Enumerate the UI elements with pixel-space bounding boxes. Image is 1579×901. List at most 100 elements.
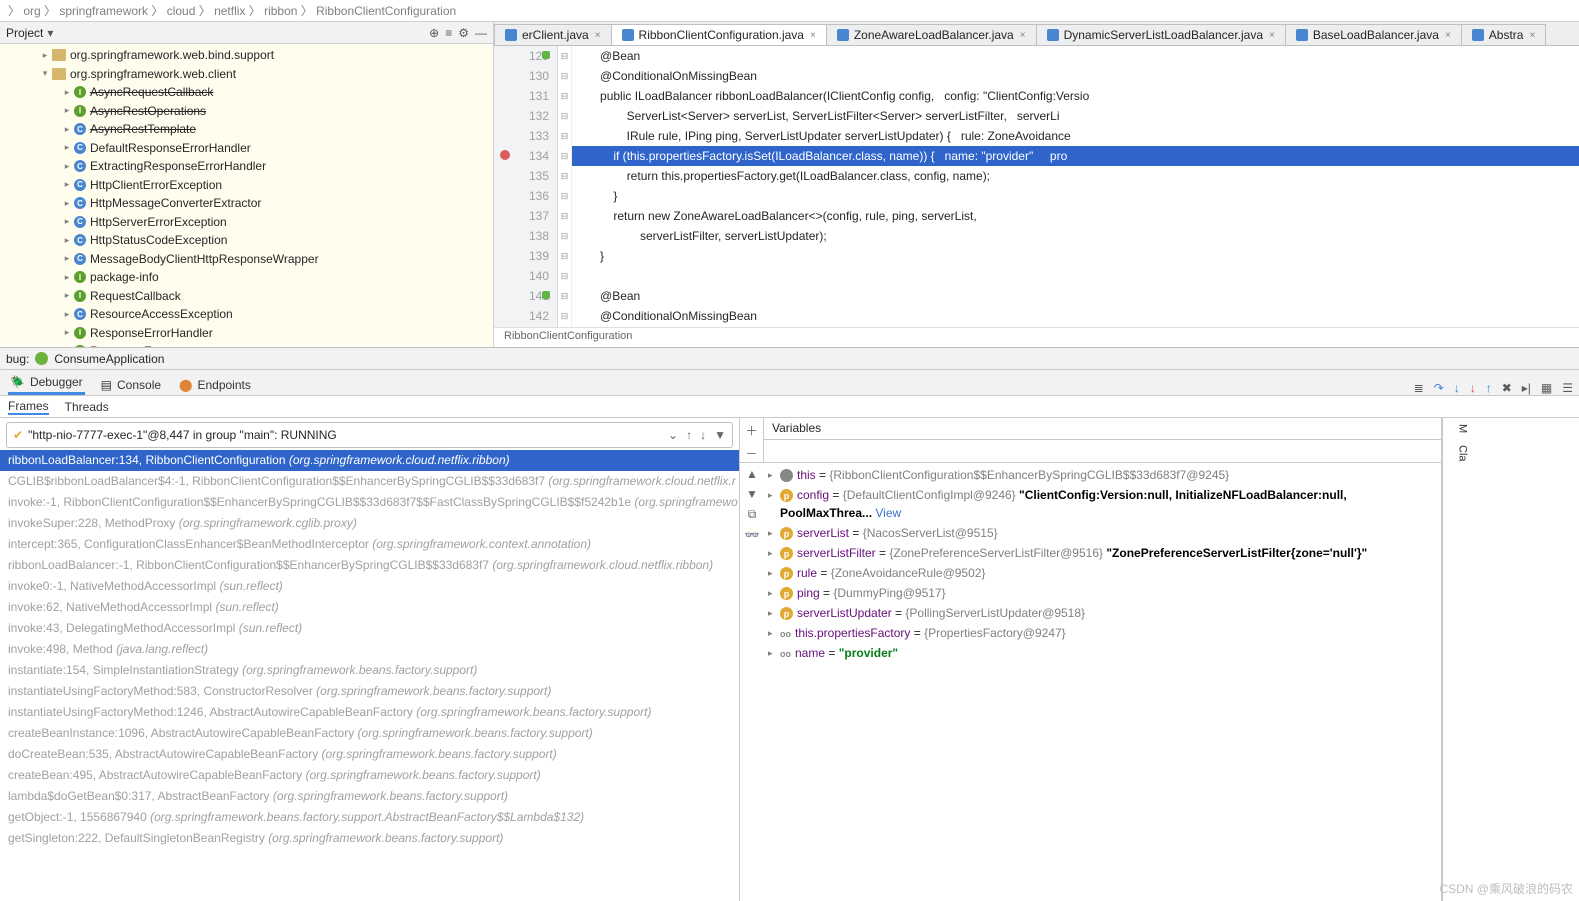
frame-row[interactable]: getSingleton:222, DefaultSingletonBeanRe… — [0, 828, 739, 849]
frame-row[interactable]: invoke:62, NativeMethodAccessorImpl (sun… — [0, 597, 739, 618]
editor-tab[interactable]: Abstra× — [1461, 24, 1547, 45]
more-icon[interactable]: ☰ — [1562, 381, 1573, 395]
editor-breadcrumb[interactable]: RibbonClientConfiguration — [494, 327, 1579, 347]
frame-row[interactable]: invoke:-1, RibbonClientConfiguration$$En… — [0, 492, 739, 513]
subtab-threads[interactable]: Threads — [65, 400, 109, 414]
right-tool-strip[interactable]: M Cla — [1442, 418, 1482, 901]
class-node[interactable]: ▸CHttpServerErrorException — [0, 213, 493, 232]
frame-row[interactable]: instantiateUsingFactoryMethod:583, Const… — [0, 681, 739, 702]
next-frame-icon[interactable]: ↓ — [700, 428, 706, 442]
gutter[interactable]: 1291301311321331341351361371381391401411… — [494, 46, 558, 327]
close-icon[interactable]: × — [1269, 30, 1275, 41]
variable-row[interactable]: pserverList = {NacosServerList@9515} — [766, 523, 1439, 543]
project-tree[interactable]: ▸org.springframework.web.bind.support▾or… — [0, 44, 493, 347]
run-config-name[interactable]: ConsumeApplication — [54, 352, 164, 366]
frame-row[interactable]: ribbonLoadBalancer:-1, RibbonClientConfi… — [0, 555, 739, 576]
drop-frame-icon[interactable]: ✖ — [1502, 381, 1512, 395]
memory-tab[interactable]: M — [1457, 424, 1469, 433]
list-icon[interactable]: ≣ — [1414, 381, 1424, 395]
frames-list[interactable]: ribbonLoadBalancer:134, RibbonClientConf… — [0, 450, 739, 901]
class-node[interactable]: ▸CHttpStatusCodeException — [0, 231, 493, 250]
fold-column[interactable]: ⊟⊟⊟⊟⊟⊟⊟⊟⊟⊟⊟⊟⊟⊟⊟ — [558, 46, 572, 327]
close-icon[interactable]: × — [1445, 30, 1451, 41]
prev-frame-icon[interactable]: ↑ — [686, 428, 692, 442]
close-icon[interactable]: × — [595, 30, 601, 41]
frame-row[interactable]: invoke:498, Method (java.lang.reflect) — [0, 639, 739, 660]
frame-row[interactable]: invoke0:-1, NativeMethodAccessorImpl (su… — [0, 576, 739, 597]
class-node[interactable]: ▸IResponseErrorHandler — [0, 324, 493, 343]
close-icon[interactable]: × — [810, 30, 816, 41]
close-icon[interactable]: × — [1529, 30, 1535, 41]
class-node[interactable]: ▸CExtractingResponseErrorHandler — [0, 157, 493, 176]
frame-row[interactable]: invokeSuper:228, MethodProxy (org.spring… — [0, 513, 739, 534]
step-into-icon[interactable]: ↓ — [1454, 381, 1460, 395]
class-node[interactable]: ▸CHttpMessageConverterExtractor — [0, 194, 493, 213]
editor-tab[interactable]: ZoneAwareLoadBalancer.java× — [826, 24, 1037, 45]
remove-watch-icon[interactable]: － — [745, 445, 757, 462]
class-node[interactable]: ▸CHttpClientErrorException — [0, 176, 493, 195]
frame-row[interactable]: createBean:495, AbstractAutowireCapableB… — [0, 765, 739, 786]
frame-row[interactable]: ribbonLoadBalancer:134, RibbonClientConf… — [0, 450, 739, 471]
class-node[interactable]: ▸IAsyncRestOperations — [0, 102, 493, 121]
frame-row[interactable]: createBeanInstance:1096, AbstractAutowir… — [0, 723, 739, 744]
class-node[interactable]: ▸CResourceAccessException — [0, 305, 493, 324]
tab-console[interactable]: ▤Console — [99, 375, 163, 395]
package-node[interactable]: ▸org.springframework.web.bind.support — [0, 46, 493, 65]
class-node[interactable]: ▸CAsyncRestTemplate — [0, 120, 493, 139]
frame-row[interactable]: CGLIB$ribbonLoadBalancer$4:-1, RibbonCli… — [0, 471, 739, 492]
class-node[interactable]: ▸CDefaultResponseErrorHandler — [0, 139, 493, 158]
variable-row[interactable]: oothis.propertiesFactory = {PropertiesFa… — [766, 623, 1439, 643]
chevron-down-icon[interactable]: ▾ — [47, 26, 53, 40]
frame-row[interactable]: lambda$doGetBean$0:317, AbstractBeanFact… — [0, 786, 739, 807]
hide-icon[interactable]: — — [475, 26, 487, 40]
variable-row[interactable]: ooname = "provider" — [766, 643, 1439, 663]
close-icon[interactable]: × — [1020, 30, 1026, 41]
class-node[interactable]: ▸Ipackage-info — [0, 268, 493, 287]
class-node[interactable]: ▸IRequestCallback — [0, 287, 493, 306]
editor-tab[interactable]: DynamicServerListLoadBalancer.java× — [1036, 24, 1286, 45]
editor-tab[interactable]: erClient.java× — [494, 24, 612, 45]
editor-tab[interactable]: RibbonClientConfiguration.java× — [611, 24, 827, 45]
variable-row[interactable]: pserverListUpdater = {PollingServerListU… — [766, 603, 1439, 623]
subtab-frames[interactable]: Frames — [8, 399, 49, 415]
flatten-icon[interactable]: ≡ — [445, 26, 452, 40]
classes-tab[interactable]: Cla — [1457, 445, 1469, 462]
run-to-cursor-icon[interactable]: ▸| — [1522, 381, 1531, 395]
evaluate-icon[interactable]: ▦ — [1541, 381, 1552, 395]
code-editor[interactable]: @Bean @ConditionalOnMissingBean public I… — [572, 46, 1579, 327]
class-node[interactable]: ▸IAsyncRequestCallback — [0, 83, 493, 102]
up-icon[interactable]: ▲ — [746, 467, 758, 481]
chevron-down-icon[interactable]: ⌄ — [668, 428, 678, 442]
tab-endpoints[interactable]: ⬤Endpoints — [177, 375, 253, 395]
add-watch-icon[interactable]: ＋ — [745, 422, 757, 439]
project-title[interactable]: Project — [6, 26, 43, 40]
variables-list[interactable]: this = {RibbonClientConfiguration$$Enhan… — [764, 463, 1441, 901]
tab-debugger[interactable]: 🪲Debugger — [8, 372, 85, 395]
frame-row[interactable]: instantiate:154, SimpleInstantiationStra… — [0, 660, 739, 681]
class-node[interactable]: ▸IResponseExtractor — [0, 342, 493, 347]
step-over-icon[interactable]: ↷ — [1434, 381, 1444, 395]
gear-icon[interactable]: ⚙ — [458, 26, 469, 40]
select-opened-file-icon[interactable]: ⊕ — [429, 26, 439, 40]
glasses-icon[interactable]: 👓 — [745, 528, 760, 542]
editor-tab[interactable]: BaseLoadBalancer.java× — [1285, 24, 1462, 45]
copy-icon[interactable]: ⧉ — [748, 507, 757, 522]
package-node[interactable]: ▾org.springframework.web.client — [0, 65, 493, 84]
thread-selector[interactable]: ✔ "http-nio-7777-exec-1"@8,447 in group … — [6, 422, 733, 448]
class-node[interactable]: ▸CMessageBodyClientHttpResponseWrapper — [0, 250, 493, 269]
frame-row[interactable]: intercept:365, ConfigurationClassEnhance… — [0, 534, 739, 555]
force-step-into-icon[interactable]: ↓ — [1470, 381, 1476, 395]
filter-icon[interactable]: ▼ — [714, 428, 726, 442]
editor-tabs[interactable]: erClient.java×RibbonClientConfiguration.… — [494, 22, 1579, 46]
variable-row[interactable]: pserverListFilter = {ZonePreferenceServe… — [766, 543, 1439, 563]
variable-row[interactable]: pconfig = {DefaultClientConfigImpl@9246}… — [766, 485, 1439, 523]
step-out-icon[interactable]: ↑ — [1486, 381, 1492, 395]
variable-row[interactable]: prule = {ZoneAvoidanceRule@9502} — [766, 563, 1439, 583]
variable-row[interactable]: pping = {DummyPing@9517} — [766, 583, 1439, 603]
frame-row[interactable]: getObject:-1, 1556867940 (org.springfram… — [0, 807, 739, 828]
frame-row[interactable]: invoke:43, DelegatingMethodAccessorImpl … — [0, 618, 739, 639]
down-icon[interactable]: ▼ — [746, 487, 758, 501]
frame-row[interactable]: doCreateBean:535, AbstractAutowireCapabl… — [0, 744, 739, 765]
frame-row[interactable]: instantiateUsingFactoryMethod:1246, Abst… — [0, 702, 739, 723]
variable-row[interactable]: this = {RibbonClientConfiguration$$Enhan… — [766, 465, 1439, 485]
